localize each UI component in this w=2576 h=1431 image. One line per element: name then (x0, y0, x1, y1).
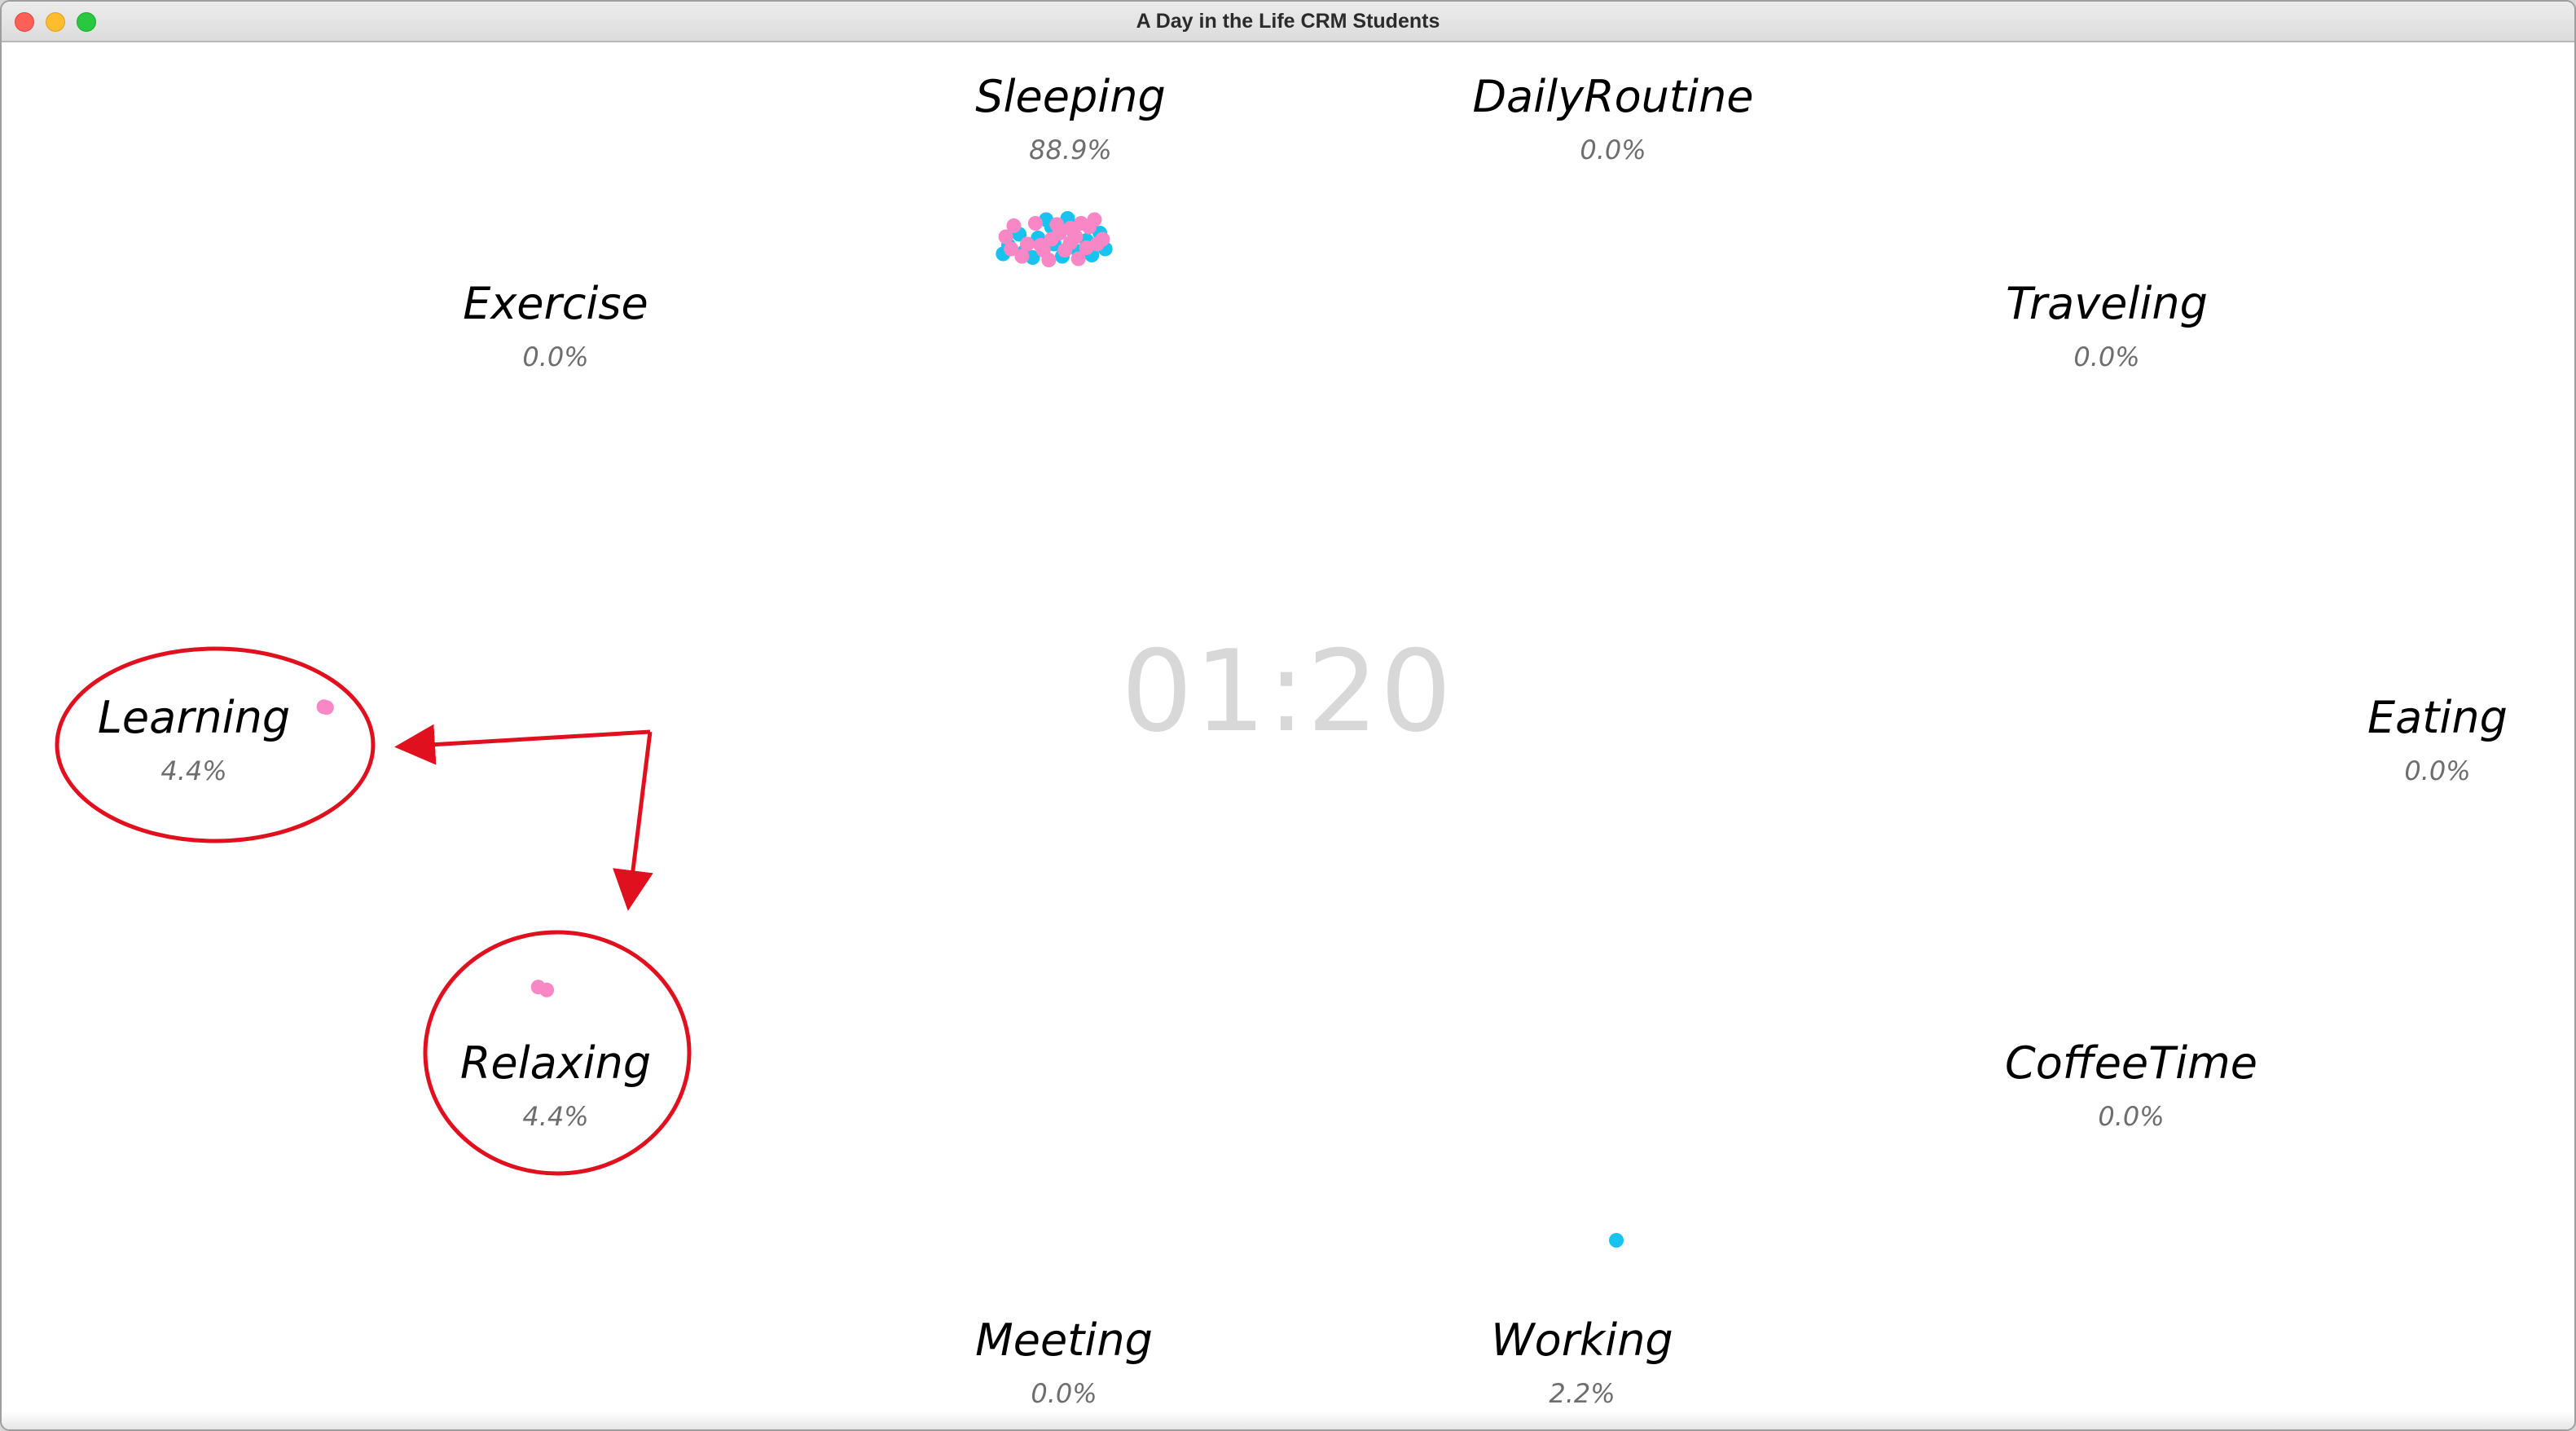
annotation-arrow-learning (394, 724, 651, 765)
visualization-canvas: 01:20 Sleeping 88.9% DailyRoutine 0.0% E… (2, 42, 2574, 1429)
app-window: A Day in the Life CRM Students 01:20 Sle… (0, 0, 2576, 1431)
annotation-circle-learning (55, 646, 376, 843)
window-bottom-edge (2, 1411, 2574, 1429)
annotation-layer (55, 646, 692, 1176)
window-title: A Day in the Life CRM Students (1136, 10, 1440, 33)
annotation-arrow-relaxing (613, 731, 653, 911)
title-bar[interactable]: A Day in the Life CRM Students (2, 2, 2574, 42)
annotation-circle-relaxing (423, 930, 692, 1176)
